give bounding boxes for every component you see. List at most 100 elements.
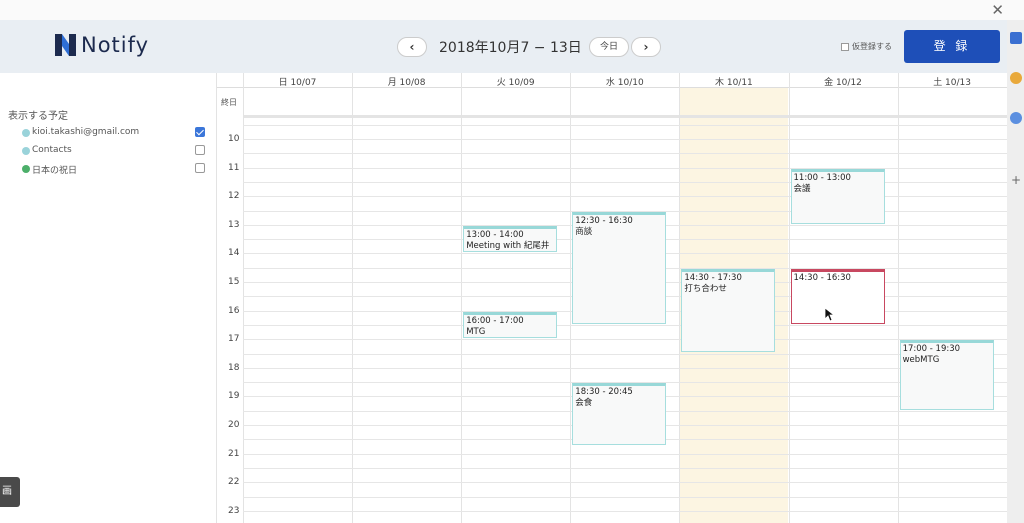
calendar-visibility-checkbox[interactable] [195,145,205,155]
grid-vline [788,73,790,523]
day-header[interactable]: 日 10/07 [243,75,352,88]
grid-vline [352,73,354,523]
event-title: 会議 [793,183,811,194]
grid-vline [679,73,681,523]
allday-separator [243,115,1007,118]
hour-label: 12 [228,191,240,202]
hour-label: 17 [228,334,240,345]
event-title: 会食 [575,398,593,409]
edit-icon[interactable] [1010,112,1022,124]
sidebar: Notify 表示する予定 kioi.takashi@gmail.com Cont… [0,20,217,523]
calendar-event[interactable]: 12:30 - 16:30 商談 [572,211,667,324]
event-time: 16:00 - 17:00 [466,315,524,326]
calendar-event[interactable]: 16:00 - 17:00 MTG [463,311,558,339]
calendar-color-dot [22,165,30,173]
calendar-item[interactable]: kioi.takashi@gmail.com [0,125,217,143]
calendar-event[interactable]: 13:00 - 14:00Meeting with 紀尾井孝 [463,225,558,253]
calendar-header: ‹ 2018年10月7 − 13日 今日 › 仮登録する 登 録 [217,20,1007,73]
grid-hline [243,453,1007,455]
grid-hline [243,467,1007,469]
trash-icon[interactable] [1010,32,1022,44]
event-title: 商談 [575,226,593,237]
event-time: 14:30 - 16:30 [793,272,851,283]
grid-hline [243,339,1007,341]
day-header[interactable]: 月 10/08 [352,75,461,88]
day-headers: 日 10/07 月 10/08 火 10/09 水 10/10 木 10/11 金 10/… [217,73,1007,88]
tentative-checkbox[interactable] [841,42,849,51]
calendar-item-label: 日本の祝日 [32,166,78,176]
day-header[interactable]: 木 10/11 [679,75,788,88]
hour-label: 13 [228,219,240,230]
screen-tab[interactable]: 画 [0,477,20,507]
grid-hline [243,353,1007,355]
day-header[interactable]: 金 10/12 [789,75,898,88]
grid-vline [897,73,899,523]
day-header[interactable]: 火 10/09 [461,75,570,88]
calendar-event[interactable]: 18:30 - 20:45 会食 [572,383,667,446]
next-week-button[interactable]: › [631,37,661,57]
grid-vline [570,73,572,523]
hour-label: 22 [228,477,240,488]
hour-label: 20 [228,420,240,430]
calendar-item[interactable]: Contacts [0,143,217,161]
logo-text: Notify [81,33,150,57]
hour-label: 19 [228,391,240,402]
event-time: 14:30 - 17:30 [684,272,742,283]
grid-hline [243,167,1007,169]
grid-hline [243,196,1007,198]
add-icon[interactable]: + [1011,173,1021,187]
calendar-list: kioi.takashi@gmail.com Contacts 日本の祝日 [0,125,217,179]
logo-band: Notify [0,20,217,73]
grid-hline [243,324,1007,326]
register-button[interactable]: 登 録 [904,30,1000,63]
badge-icon[interactable] [1010,72,1022,84]
prev-week-button[interactable]: ‹ [397,37,427,57]
event-time: 18:30 - 20:45 [575,387,633,398]
week-grid: 日 10/07 月 10/08 火 10/09 水 10/10 木 10/11 金 10/… [217,73,1007,523]
calendars-section-title: 表示する予定 [8,111,68,122]
calendar-color-dot [22,129,30,137]
event-time: 17:00 - 19:30 [902,344,961,355]
tentative-label: 仮登録する [852,42,892,51]
grid-hline [243,367,1007,369]
app-logo: Notify [55,33,149,57]
calendar-event[interactable]: 14:30 - 16:30 [790,268,885,324]
hour-label: 14 [228,248,240,259]
allday-label: 終日 [221,98,237,107]
calendar-item[interactable]: 日本の祝日 [0,161,217,179]
hour-label: 23 [228,505,240,516]
close-icon[interactable]: ✕ [991,1,1004,19]
grid-hline [243,510,1007,512]
calendar-event[interactable]: 14:30 - 17:30 打ち合わせ [681,268,776,353]
hour-label: 11 [228,162,240,173]
day-header[interactable]: 水 10/10 [570,75,679,88]
notify-logo-icon [55,34,76,56]
today-button[interactable]: 今日 [589,37,629,57]
grid-hline [243,181,1007,183]
hour-label: 18 [228,362,240,373]
grid-hline [243,153,1007,155]
calendar-color-dot [22,147,30,155]
event-title: webMTG [902,355,940,366]
grid-vline [461,73,463,523]
calendar-visibility-checkbox[interactable] [195,163,205,173]
hour-label: 16 [228,305,240,316]
grid-vline [243,73,244,523]
event-title: Meeting with 紀尾井孝 [466,240,550,251]
grid-hline [243,124,1007,126]
tentative-toggle[interactable]: 仮登録する [841,41,892,52]
browser-side-strip: + [1007,20,1024,523]
hour-label: 10 [228,134,240,144]
grid-hline [243,482,1007,484]
calendar-visibility-checkbox[interactable] [195,127,205,137]
event-time: 11:00 - 13:00 [793,172,851,183]
calendar-event[interactable]: 17:00 - 19:30 webMTG [899,340,994,410]
grid-hline [243,139,1007,140]
day-header[interactable]: 土 10/13 [898,75,1007,88]
event-title: MTG [466,326,486,337]
calendar-event[interactable]: 11:00 - 13:00 会議 [790,168,885,224]
hour-label: 15 [228,277,240,287]
hour-label: 21 [228,448,240,459]
mouse-cursor-icon [825,308,835,322]
event-title: 打ち合わせ [684,283,727,294]
